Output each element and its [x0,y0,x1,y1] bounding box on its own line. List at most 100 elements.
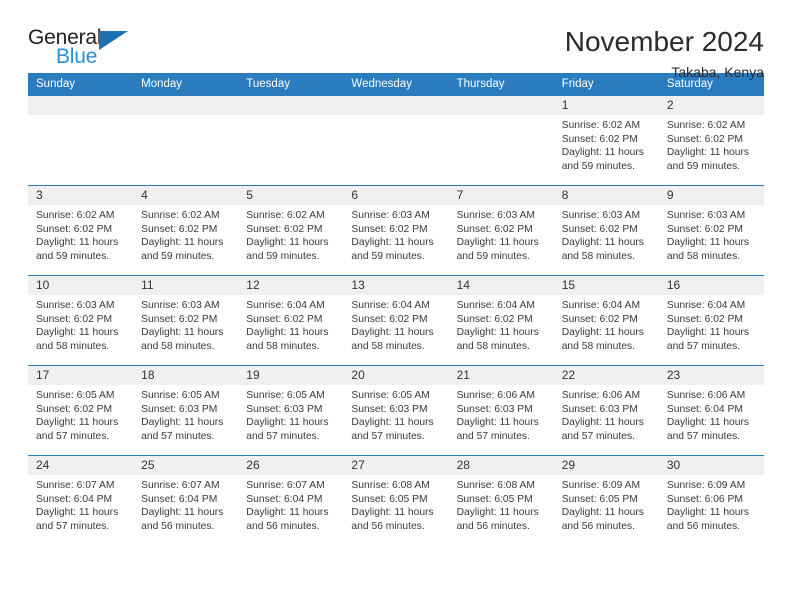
calendar-day-cell[interactable]: 21 Sunrise: 6:06 AM Sunset: 6:03 PM Dayligh… [448,365,554,456]
daylight-duration-line2: and 59 minutes. [141,250,215,262]
calendar-day-cell[interactable]: 12 Sunrise: 6:04 AM Sunset: 6:02 PM Dayligh… [238,275,344,366]
daylight-duration-line2: and 58 minutes. [246,340,320,352]
calendar-day-cell[interactable]: 14 Sunrise: 6:04 AM Sunset: 6:02 PM Dayligh… [448,275,554,366]
day-number [28,96,134,115]
day-details: Sunrise: 6:04 AM Sunset: 6:02 PM Daylight:… [238,295,343,353]
day-number: 16 [658,276,764,295]
calendar-day-cell[interactable]: 19 Sunrise: 6:05 AM Sunset: 6:03 PM Dayligh… [238,365,344,456]
calendar-day-cell[interactable]: 20 Sunrise: 6:05 AM Sunset: 6:03 PM Dayligh… [343,365,449,456]
day-number: 28 [448,456,554,475]
daylight-duration-line1: Daylight: 11 hours [561,327,644,339]
calendar-day-cell[interactable]: 15 Sunrise: 6:04 AM Sunset: 6:02 PM Dayligh… [553,275,659,366]
daylight-duration-line1: Daylight: 11 hours [456,237,539,249]
daylight-duration-line2: and 58 minutes. [666,250,741,262]
weekday-header-monday: Monday [133,73,239,96]
day-number: 6 [343,186,449,205]
sunset-time: Sunset: 6:02 PM [456,223,533,235]
sunrise-time: Sunrise: 6:07 AM [246,480,325,491]
sunrise-time: Sunrise: 6:02 AM [141,210,220,221]
weekday-header-sunday: Sunday [28,73,134,96]
day-number: 23 [658,366,764,385]
calendar-day-cell[interactable]: 7 Sunrise: 6:03 AM Sunset: 6:02 PM Daylight… [448,185,554,276]
sunrise-time: Sunrise: 6:04 AM [561,300,641,311]
calendar-day-cell[interactable]: 17 Sunrise: 6:05 AM Sunset: 6:02 PM Dayligh… [28,365,134,456]
daylight-duration-line1: Daylight: 11 hours [351,417,434,429]
day-number: 15 [553,276,659,295]
sunrise-time: Sunrise: 6:02 AM [36,210,115,221]
calendar-day-cell[interactable]: 16 Sunrise: 6:04 AM Sunset: 6:02 PM Dayligh… [658,275,764,366]
daylight-duration-line1: Daylight: 11 hours [141,237,224,249]
day-number: 30 [658,456,764,475]
page-header: General Blue November 2024 Takaba, Kenya [28,0,764,80]
day-details: Sunrise: 6:02 AM Sunset: 6:02 PM Daylight:… [28,205,133,263]
calendar-day-cell[interactable]: 18 Sunrise: 6:05 AM Sunset: 6:03 PM Dayligh… [133,365,239,456]
day-number: 10 [28,276,134,295]
calendar-day-cell[interactable]: 11 Sunrise: 6:03 AM Sunset: 6:02 PM Dayligh… [133,275,239,366]
calendar-day-cell[interactable]: 4 Sunrise: 6:02 AM Sunset: 6:02 PM Daylight… [133,185,239,276]
sunrise-time: Sunrise: 6:09 AM [561,480,641,491]
day-number: 9 [658,186,764,205]
day-details: Sunrise: 6:05 AM Sunset: 6:03 PM Daylight:… [133,385,238,443]
daylight-duration-line1: Daylight: 11 hours [246,237,329,249]
sunrise-time: Sunrise: 6:07 AM [36,480,115,491]
daylight-duration-line2: and 56 minutes. [141,520,215,532]
sunrise-time: Sunrise: 6:05 AM [246,390,325,401]
daylight-duration-line2: and 56 minutes. [456,520,530,532]
calendar-day-cell[interactable]: 26 Sunrise: 6:07 AM Sunset: 6:04 PM Dayligh… [238,455,344,546]
day-details: Sunrise: 6:03 AM Sunset: 6:02 PM Daylight:… [554,205,659,263]
brand-logo[interactable]: General Blue [28,26,144,72]
daylight-duration-line1: Daylight: 11 hours [561,147,644,159]
day-number: 26 [238,456,344,475]
daylight-duration-line2: and 58 minutes. [351,340,425,352]
daylight-duration-line2: and 57 minutes. [666,430,741,442]
calendar-day-cell[interactable]: 5 Sunrise: 6:02 AM Sunset: 6:02 PM Daylight… [238,185,344,276]
calendar-day-cell[interactable]: 8 Sunrise: 6:03 AM Sunset: 6:02 PM Daylight… [553,185,659,276]
day-number: 29 [553,456,659,475]
daylight-duration-line1: Daylight: 11 hours [246,327,329,339]
calendar-day-cell[interactable]: 2 Sunrise: 6:02 AM Sunset: 6:02 PM Daylight… [658,95,764,186]
sunset-time: Sunset: 6:02 PM [351,313,428,325]
calendar-week-row: 3 Sunrise: 6:02 AM Sunset: 6:02 PM Daylight… [28,185,764,276]
calendar-day-cell[interactable]: 23 Sunrise: 6:06 AM Sunset: 6:04 PM Dayligh… [658,365,764,456]
sunset-time: Sunset: 6:02 PM [666,223,743,235]
calendar-day-cell-empty [133,95,239,186]
sunrise-time: Sunrise: 6:05 AM [36,390,115,401]
calendar-day-cell[interactable]: 9 Sunrise: 6:03 AM Sunset: 6:02 PM Daylight… [658,185,764,276]
sunrise-time: Sunrise: 6:06 AM [456,390,535,401]
day-number: 13 [343,276,449,295]
calendar-day-cell[interactable]: 27 Sunrise: 6:08 AM Sunset: 6:05 PM Dayligh… [343,455,449,546]
sunrise-time: Sunrise: 6:07 AM [141,480,220,491]
daylight-duration-line2: and 58 minutes. [36,340,110,352]
calendar-day-cell[interactable]: 6 Sunrise: 6:03 AM Sunset: 6:02 PM Daylight… [343,185,449,276]
calendar-day-cell[interactable]: 29 Sunrise: 6:09 AM Sunset: 6:05 PM Dayligh… [553,455,659,546]
calendar-day-cell-empty [28,95,134,186]
sunrise-time: Sunrise: 6:03 AM [666,210,746,221]
calendar-day-cell[interactable]: 28 Sunrise: 6:08 AM Sunset: 6:05 PM Dayligh… [448,455,554,546]
daylight-duration-line2: and 58 minutes. [456,340,530,352]
weekday-header-tuesday: Tuesday [238,73,344,96]
day-details: Sunrise: 6:04 AM Sunset: 6:02 PM Daylight:… [343,295,448,353]
day-number: 1 [553,96,659,115]
calendar-day-cell[interactable]: 3 Sunrise: 6:02 AM Sunset: 6:02 PM Daylight… [28,185,134,276]
calendar-day-cell[interactable]: 1 Sunrise: 6:02 AM Sunset: 6:02 PM Daylight… [553,95,659,186]
day-details: Sunrise: 6:03 AM Sunset: 6:02 PM Daylight:… [659,205,764,263]
day-details: Sunrise: 6:09 AM Sunset: 6:06 PM Daylight:… [659,475,764,533]
sunset-time: Sunset: 6:04 PM [141,493,218,505]
sunrise-time: Sunrise: 6:02 AM [246,210,325,221]
daylight-duration-line1: Daylight: 11 hours [36,417,119,429]
calendar-day-cell[interactable]: 10 Sunrise: 6:03 AM Sunset: 6:02 PM Dayligh… [28,275,134,366]
calendar-day-cell[interactable]: 25 Sunrise: 6:07 AM Sunset: 6:04 PM Dayligh… [133,455,239,546]
calendar-day-cell[interactable]: 30 Sunrise: 6:09 AM Sunset: 6:06 PM Dayligh… [658,455,764,546]
calendar-day-cell[interactable]: 13 Sunrise: 6:04 AM Sunset: 6:02 PM Dayligh… [343,275,449,366]
sunrise-time: Sunrise: 6:03 AM [351,210,430,221]
day-number: 8 [553,186,659,205]
calendar-day-cell-empty [238,95,344,186]
daylight-duration-line1: Daylight: 11 hours [246,417,329,429]
calendar-day-cell[interactable]: 24 Sunrise: 6:07 AM Sunset: 6:04 PM Dayligh… [28,455,134,546]
daylight-duration-line2: and 58 minutes. [561,340,635,352]
daylight-duration-line1: Daylight: 11 hours [351,237,434,249]
sunset-time: Sunset: 6:04 PM [666,403,743,415]
logo-text-blue: Blue [56,45,98,68]
daylight-duration-line2: and 56 minutes. [246,520,320,532]
calendar-day-cell[interactable]: 22 Sunrise: 6:06 AM Sunset: 6:03 PM Dayligh… [553,365,659,456]
